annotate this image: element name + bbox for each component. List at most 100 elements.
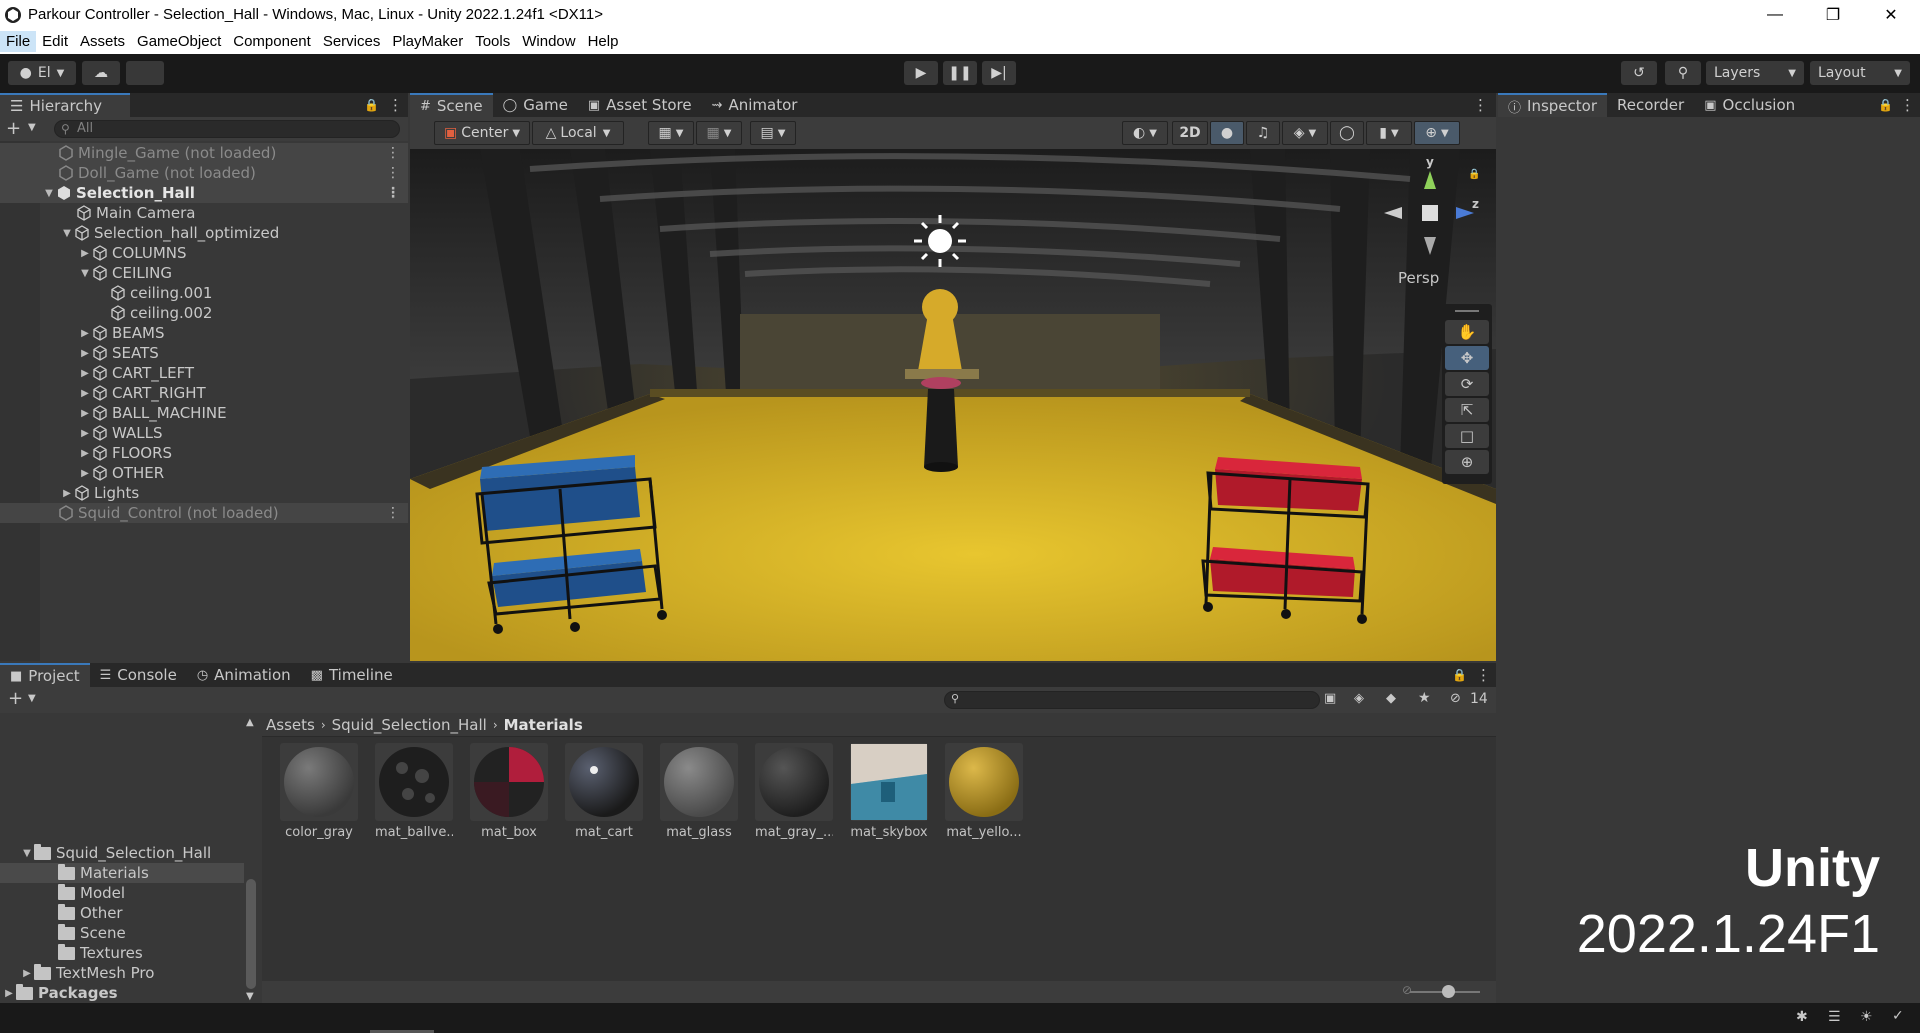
collab-button[interactable] bbox=[126, 61, 164, 85]
kebab-menu-icon[interactable]: ⋮ bbox=[386, 505, 400, 521]
orientation-gizmo[interactable]: y z 🔒 Persp bbox=[1380, 155, 1480, 287]
close-icon[interactable]: ✕ bbox=[1862, 0, 1920, 29]
bug-icon[interactable]: ✱ bbox=[1796, 1009, 1808, 1025]
folder-other[interactable]: Other bbox=[0, 903, 123, 923]
hierarchy-search-input[interactable]: ⚲ All bbox=[54, 120, 400, 138]
snap-increment-button[interactable]: ▦ ▼ bbox=[696, 121, 742, 145]
scale-tool-button[interactable]: ⇱ bbox=[1445, 398, 1489, 422]
project-search-input[interactable]: ⚲ bbox=[944, 691, 1320, 709]
hierarchy-row-ceiling-001[interactable]: ceiling.001 bbox=[0, 283, 212, 303]
expanded-arrow-icon[interactable]: ▼ bbox=[60, 228, 74, 239]
toggle-2d-button[interactable]: 2D bbox=[1172, 121, 1208, 145]
ruler-button[interactable]: ▤ ▼ bbox=[750, 121, 796, 145]
menu-file[interactable]: File bbox=[0, 31, 37, 52]
material-color-gray[interactable]: color_gray bbox=[280, 743, 358, 840]
menu-tools[interactable]: Tools bbox=[469, 31, 516, 52]
folder-materials[interactable]: Materials bbox=[0, 863, 244, 883]
space-dropdown[interactable]: △ Local ▼ bbox=[532, 121, 624, 145]
hierarchy-row-seats[interactable]: ▶ SEATS bbox=[0, 343, 159, 363]
collapsed-arrow-icon[interactable]: ▶ bbox=[78, 468, 92, 479]
collapsed-arrow-icon[interactable]: ▶ bbox=[78, 388, 92, 399]
breadcrumb-squid-selection-hall[interactable]: Squid_Selection_Hall bbox=[332, 716, 487, 734]
lock-icon[interactable]: 🔒 bbox=[364, 98, 379, 112]
zoom-slider-thumb[interactable] bbox=[1442, 985, 1455, 998]
material-mat-gray[interactable]: mat_gray_... bbox=[755, 743, 833, 840]
collapsed-arrow-icon[interactable]: ▶ bbox=[78, 428, 92, 439]
add-icon[interactable]: + bbox=[8, 688, 23, 709]
material-mat-ballve[interactable]: mat_ballve... bbox=[375, 743, 453, 840]
hierarchy-row-main-camera[interactable]: Main Camera bbox=[0, 203, 195, 223]
kebab-menu-icon[interactable]: ⋮ bbox=[388, 96, 403, 114]
projection-label[interactable]: Persp bbox=[1398, 269, 1439, 287]
menu-gameobject[interactable]: GameObject bbox=[131, 31, 227, 52]
play-button[interactable]: ▶ bbox=[904, 61, 938, 85]
expanded-arrow-icon[interactable]: ▼ bbox=[78, 268, 92, 279]
material-mat-glass[interactable]: mat_glass bbox=[660, 743, 738, 840]
tab-hierarchy[interactable]: ☰ Hierarchy bbox=[0, 93, 130, 117]
collapsed-arrow-icon[interactable]: ▶ bbox=[60, 488, 74, 499]
grid-snap-button[interactable]: ▦ ▼ bbox=[648, 121, 694, 145]
gizmos-dropdown[interactable]: ⊕ ▼ bbox=[1414, 121, 1460, 145]
lock-icon[interactable]: 🔒 bbox=[1878, 98, 1893, 112]
tab-timeline[interactable]: ▩ Timeline bbox=[301, 663, 403, 687]
folder-scene[interactable]: Scene bbox=[0, 923, 126, 943]
hierarchy-row-other[interactable]: ▶ OTHER bbox=[0, 463, 164, 483]
search-button[interactable]: ⚲ bbox=[1665, 61, 1701, 85]
hierarchy-row-selection-hall[interactable]: ▼ Selection_Hall ⋮ bbox=[0, 183, 408, 203]
material-mat-yellow[interactable]: mat_yello... bbox=[945, 743, 1023, 840]
tab-animation[interactable]: ◷ Animation bbox=[187, 663, 301, 687]
move-tool-button[interactable]: ✥ bbox=[1445, 346, 1489, 370]
filter-by-type-icon[interactable]: ◈ bbox=[1354, 691, 1364, 706]
scroll-up-icon[interactable]: ▲ bbox=[246, 717, 254, 728]
material-mat-skybox[interactable]: mat_skybox bbox=[850, 743, 928, 840]
hierarchy-row-mingle[interactable]: Mingle_Game (not loaded) ⋮ bbox=[0, 143, 408, 163]
chevron-down-icon[interactable]: ▼ bbox=[28, 693, 36, 704]
minimize-icon[interactable]: — bbox=[1746, 0, 1804, 29]
step-button[interactable]: ▶| bbox=[982, 61, 1016, 85]
hidden-packages-icon[interactable]: ⊘ bbox=[1450, 691, 1461, 706]
tab-asset-store[interactable]: ▣ Asset Store bbox=[578, 93, 702, 117]
hierarchy-row-beams[interactable]: ▶ BEAMS bbox=[0, 323, 164, 343]
tab-scene[interactable]: # Scene bbox=[410, 93, 493, 117]
tab-animator[interactable]: ⇝ Animator bbox=[702, 93, 808, 117]
visibility-toggle[interactable]: ◯ bbox=[1330, 121, 1364, 145]
kebab-menu-icon[interactable]: ⋮ bbox=[386, 145, 400, 161]
layers-icon[interactable]: ☰ bbox=[1828, 1009, 1841, 1025]
menu-services[interactable]: Services bbox=[317, 31, 387, 52]
camera-dropdown[interactable]: ▮ ▼ bbox=[1366, 121, 1412, 145]
collapsed-arrow-icon[interactable]: ▶ bbox=[20, 968, 34, 979]
collapsed-arrow-icon[interactable]: ▶ bbox=[78, 408, 92, 419]
material-mat-cart[interactable]: mat_cart bbox=[565, 743, 643, 840]
collapsed-arrow-icon[interactable]: ▶ bbox=[78, 448, 92, 459]
tab-console[interactable]: ☰ Console bbox=[90, 663, 187, 687]
scroll-down-icon[interactable]: ▼ bbox=[246, 991, 254, 1002]
hierarchy-row-walls[interactable]: ▶ WALLS bbox=[0, 423, 162, 443]
check-icon[interactable]: ✓ bbox=[1892, 1008, 1904, 1024]
hierarchy-row-ball-machine[interactable]: ▶ BALL_MACHINE bbox=[0, 403, 226, 423]
folder-textures[interactable]: Textures bbox=[0, 943, 143, 963]
scene-viewport[interactable]: y z 🔒 Persp ✋ ✥ ⟳ ⇱ □ ⊕ bbox=[410, 149, 1496, 661]
draw-mode-dropdown[interactable]: ◐ ▼ bbox=[1122, 121, 1168, 145]
lighting-toggle[interactable]: ● bbox=[1210, 121, 1244, 145]
hierarchy-row-squid-control[interactable]: Squid_Control (not loaded) ⋮ bbox=[0, 503, 408, 523]
effects-dropdown[interactable]: ◈ ▼ bbox=[1282, 121, 1328, 145]
hierarchy-row-cart-right[interactable]: ▶ CART_RIGHT bbox=[0, 383, 206, 403]
tab-game[interactable]: ◯ Game bbox=[493, 93, 578, 117]
material-mat-box[interactable]: mat_box bbox=[470, 743, 548, 840]
collapsed-arrow-icon[interactable]: ▶ bbox=[78, 368, 92, 379]
hierarchy-row-columns[interactable]: ▶ COLUMNS bbox=[0, 243, 186, 263]
expanded-arrow-icon[interactable]: ▼ bbox=[42, 188, 56, 199]
hierarchy-row-selection-hall-optimized[interactable]: ▼ Selection_hall_optimized bbox=[0, 223, 279, 243]
kebab-menu-icon[interactable]: ⋮ bbox=[386, 185, 400, 201]
chevron-down-icon[interactable]: ▼ bbox=[28, 122, 36, 133]
hand-tool-button[interactable]: ✋ bbox=[1445, 320, 1489, 344]
folder-packages[interactable]: ▶ Packages bbox=[0, 983, 118, 1003]
folder-squid-selection-hall[interactable]: ▼ Squid_Selection_Hall bbox=[0, 843, 244, 863]
breadcrumb-assets[interactable]: Assets bbox=[266, 716, 315, 734]
restore-icon[interactable]: ❐ bbox=[1804, 0, 1862, 29]
hierarchy-row-floors[interactable]: ▶ FLOORS bbox=[0, 443, 172, 463]
label-icon[interactable]: ◆ bbox=[1386, 691, 1396, 706]
collapsed-arrow-icon[interactable]: ▶ bbox=[2, 988, 16, 999]
menu-window[interactable]: Window bbox=[516, 31, 581, 52]
account-button[interactable]: ● El ▼ bbox=[8, 61, 76, 85]
